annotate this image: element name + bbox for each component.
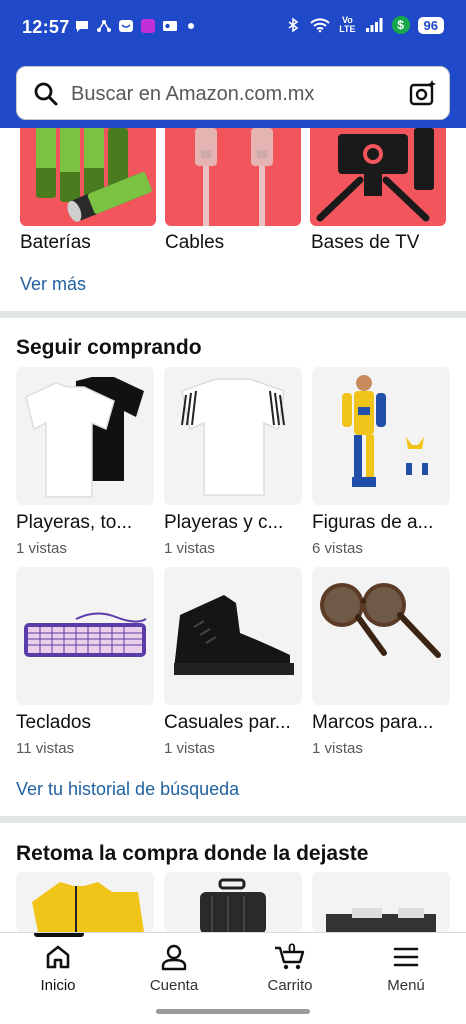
nav-menu[interactable]: Menú (348, 933, 464, 1003)
product-card-action-figure[interactable] (312, 367, 450, 505)
signal-icon (365, 18, 383, 32)
battery-indicator: 96 (417, 16, 444, 34)
product-views: 1 vistas (16, 540, 67, 557)
volte-indicator: Vo LTE (339, 16, 355, 34)
action-figure-image (342, 375, 428, 487)
search-input[interactable]: Buscar en Amazon.com.mx (71, 83, 314, 106)
cables-image (195, 128, 273, 226)
wifi-icon (310, 18, 330, 33)
app-header: 12:57 Vo LTE $ 96 Buscar en Amazon.com.m… (0, 0, 466, 128)
menu-icon (393, 947, 419, 967)
mail-app-icon (119, 20, 133, 32)
system-home-indicator[interactable] (156, 1009, 310, 1014)
dollar-app-icon: $ (391, 16, 410, 34)
product-views: 11 vistas (16, 740, 75, 757)
search-icon (34, 82, 58, 106)
category-tile-batteries[interactable] (20, 128, 156, 226)
resume-card-suitcase[interactable] (164, 872, 302, 932)
category-tiles (0, 128, 466, 228)
product-views: 1 vistas (164, 740, 215, 757)
search-bar[interactable]: Buscar en Amazon.com.mx (16, 66, 450, 120)
network-icon (97, 20, 111, 32)
active-tab-indicator (34, 933, 84, 937)
more-notifications-dot (188, 23, 194, 29)
nav-label-account: Cuenta (149, 977, 199, 994)
product-name[interactable]: Casuales par... (164, 712, 304, 734)
chat-bubble-icon (76, 21, 88, 32)
product-card-tshirts[interactable] (16, 367, 154, 505)
product-views: 6 vistas (312, 540, 363, 557)
product-box-image (326, 908, 436, 932)
volte-bottom-text: LTE (339, 24, 356, 34)
bluetooth-icon (288, 17, 299, 33)
resume-card-jacket[interactable] (16, 872, 154, 932)
system-indicators: Vo LTE $ 96 (285, 16, 444, 34)
cart-count-badge: 0 (288, 940, 296, 956)
tshirts-image (25, 377, 144, 498)
nav-cart[interactable]: 0 Carrito (232, 933, 348, 1003)
product-card-adidas-shirt[interactable] (164, 367, 302, 505)
continue-shopping-title: Seguir comprando (16, 336, 202, 359)
jacket-image (32, 882, 144, 932)
product-views: 1 vistas (164, 540, 215, 557)
resume-purchase-title: Retoma la compra donde la dejaste (16, 842, 369, 865)
nav-home[interactable]: Inicio (0, 933, 116, 1003)
nav-account[interactable]: Cuenta (116, 933, 232, 1003)
category-label-tv-mounts[interactable]: Bases de TV (311, 232, 419, 254)
notification-icons (74, 18, 194, 34)
nav-label-home: Inicio (40, 977, 76, 994)
status-time: 12:57 (22, 17, 70, 37)
see-more-link[interactable]: Ver más (20, 274, 86, 295)
sneaker-image (174, 595, 294, 675)
sunglasses-image (320, 583, 441, 658)
home-icon (46, 945, 70, 969)
suitcase-image (200, 878, 266, 932)
product-name[interactable]: Playeras, to... (16, 512, 156, 534)
batteries-image (36, 128, 152, 222)
adidas-shirt-image (181, 378, 285, 496)
tv-mount-image (316, 128, 434, 222)
status-bar: 12:57 Vo LTE $ 96 (0, 0, 466, 56)
camera-search-icon[interactable] (409, 79, 437, 107)
purple-app-icon (141, 19, 155, 33)
category-label-cables[interactable]: Cables (165, 232, 224, 254)
resume-card-product[interactable] (312, 872, 450, 932)
keyboard-image (24, 612, 147, 657)
category-tile-cables[interactable] (165, 128, 301, 226)
category-tile-tv-mounts[interactable] (310, 128, 446, 226)
outlook-icon (163, 21, 177, 31)
product-name[interactable]: Teclados (16, 712, 156, 734)
product-name[interactable]: Figuras de a... (312, 512, 452, 534)
nav-label-cart: Carrito (267, 977, 313, 994)
nav-label-menu: Menú (387, 977, 425, 994)
account-icon (161, 944, 187, 971)
product-card-sneaker[interactable] (164, 567, 302, 705)
product-name[interactable]: Playeras y c... (164, 512, 304, 534)
section-divider (0, 311, 466, 318)
product-name[interactable]: Marcos para... (312, 712, 452, 734)
product-card-sunglasses[interactable] (312, 567, 450, 705)
section-divider (0, 816, 466, 823)
category-label-batteries[interactable]: Baterías (20, 232, 91, 254)
product-card-keyboard[interactable] (16, 567, 154, 705)
search-history-link[interactable]: Ver tu historial de búsqueda (16, 779, 239, 800)
product-views: 1 vistas (312, 740, 363, 757)
